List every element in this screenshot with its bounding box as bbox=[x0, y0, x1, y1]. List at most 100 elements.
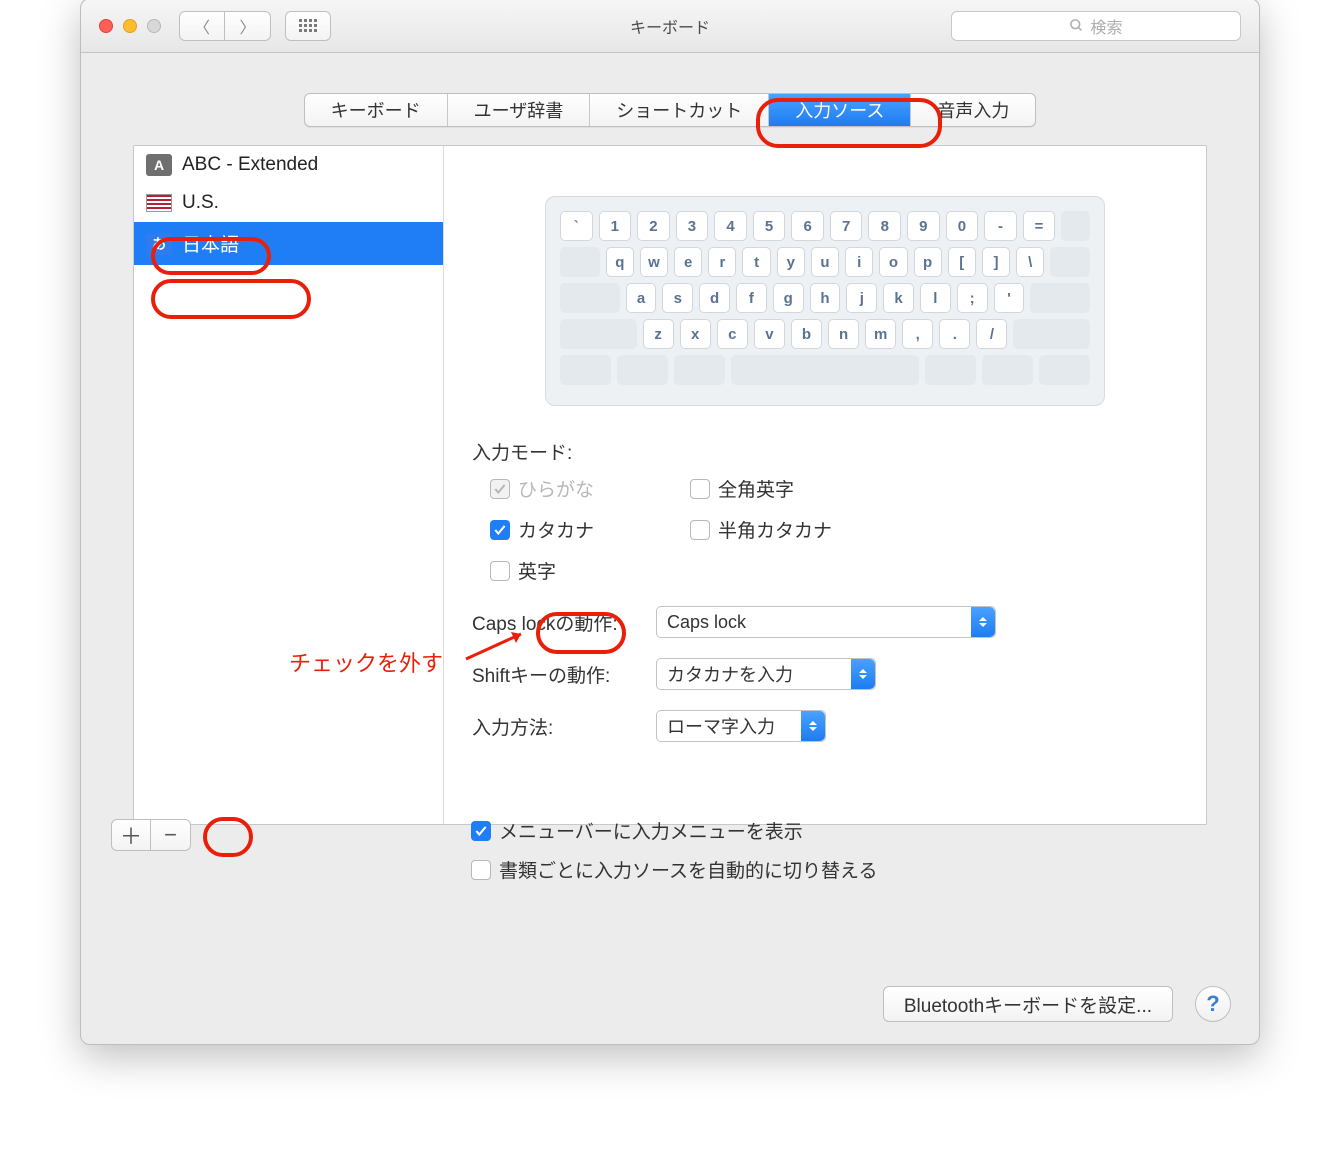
tab-bar: キーボードユーザ辞書ショートカット入力ソース音声入力 bbox=[103, 93, 1237, 127]
key: 2 bbox=[637, 211, 670, 241]
checkbox-icon bbox=[490, 520, 510, 540]
key: h bbox=[810, 283, 841, 313]
key: m bbox=[865, 319, 896, 349]
key: \ bbox=[1016, 247, 1044, 277]
key: z bbox=[643, 319, 674, 349]
key: ' bbox=[994, 283, 1025, 313]
key: l bbox=[920, 283, 951, 313]
key: 4 bbox=[714, 211, 747, 241]
chevron-updown-icon bbox=[851, 659, 875, 689]
key: c bbox=[717, 319, 748, 349]
input-sources-panel: AABC - ExtendedU.S.あ日本語 `1234567890-=qwe… bbox=[133, 145, 1207, 825]
key: a bbox=[626, 283, 657, 313]
mode-checkbox-0: ひらがな bbox=[490, 475, 690, 502]
bluetooth-keyboard-button[interactable]: Bluetoothキーボードを設定... bbox=[883, 986, 1173, 1022]
window-title: キーボード bbox=[630, 14, 710, 38]
key: s bbox=[662, 283, 693, 313]
preferences-window: 〈 〉 キーボード 検索 キーボードユーザ辞書ショートカット入力ソース音声入力 … bbox=[80, 0, 1260, 1045]
checkbox-icon bbox=[490, 479, 510, 499]
key: r bbox=[708, 247, 736, 277]
show-input-menu-checkbox[interactable]: メニューバーに入力メニューを表示 bbox=[471, 817, 877, 844]
key: t bbox=[742, 247, 770, 277]
key: k bbox=[883, 283, 914, 313]
mode-checkbox-4[interactable]: 英字 bbox=[490, 557, 690, 584]
input-method-label: 入力方法: bbox=[472, 713, 642, 740]
window-controls bbox=[99, 19, 161, 33]
remove-source-button[interactable]: − bbox=[151, 819, 191, 851]
key: i bbox=[845, 247, 873, 277]
key: v bbox=[754, 319, 785, 349]
key: 6 bbox=[791, 211, 824, 241]
us-flag-icon bbox=[146, 194, 172, 212]
source-add-remove: ＋ − bbox=[111, 819, 191, 851]
titlebar: 〈 〉 キーボード 検索 bbox=[81, 0, 1259, 53]
chevron-updown-icon bbox=[801, 711, 825, 741]
key: . bbox=[939, 319, 970, 349]
mode-checkbox-3[interactable]: 半角カタカナ bbox=[690, 516, 890, 543]
key: e bbox=[674, 247, 702, 277]
search-field[interactable]: 検索 bbox=[951, 11, 1241, 41]
abc-icon: A bbox=[146, 154, 172, 176]
source-item-0[interactable]: A ABC - Extended bbox=[134, 146, 443, 184]
key: x bbox=[680, 319, 711, 349]
key: g bbox=[773, 283, 804, 313]
show-all-button[interactable] bbox=[285, 11, 331, 41]
shift-key-select[interactable]: カタカナを入力 bbox=[656, 658, 876, 690]
caps-lock-select[interactable]: Caps lock bbox=[656, 606, 996, 638]
search-icon bbox=[1069, 18, 1084, 33]
key: f bbox=[736, 283, 767, 313]
keyboard-preview: `1234567890-=qwertyuiop[]\asdfghjkl;'zxc… bbox=[545, 196, 1105, 406]
key: = bbox=[1023, 211, 1056, 241]
key: ; bbox=[957, 283, 988, 313]
back-button[interactable]: 〈 bbox=[179, 11, 225, 41]
auto-switch-checkbox[interactable]: 書類ごとに入力ソースを自動的に切り替える bbox=[471, 856, 877, 883]
input-modes-heading: 入力モード: bbox=[472, 438, 1178, 465]
search-placeholder: 検索 bbox=[1090, 14, 1122, 38]
tab-4[interactable]: 音声入力 bbox=[911, 94, 1035, 126]
annotation-hint-text: チェックを外す bbox=[289, 646, 443, 678]
input-method-select[interactable]: ローマ字入力 bbox=[656, 710, 826, 742]
input-settings: Caps lockの動作: Caps lock Shiftキーの動作: カタカナ… bbox=[472, 606, 1178, 742]
tab-3[interactable]: 入力ソース bbox=[769, 94, 911, 126]
mode-checkbox-2[interactable]: カタカナ bbox=[490, 516, 690, 543]
source-list[interactable]: A ABC - Extended U.S. あ日本語 bbox=[134, 146, 444, 824]
grid-icon bbox=[299, 19, 317, 32]
source-label: U.S. bbox=[182, 192, 219, 214]
key: 1 bbox=[599, 211, 632, 241]
zoom-icon bbox=[147, 19, 161, 33]
tab-1[interactable]: ユーザ辞書 bbox=[448, 94, 591, 126]
close-icon[interactable] bbox=[99, 19, 113, 33]
key: , bbox=[902, 319, 933, 349]
key: o bbox=[879, 247, 907, 277]
source-detail: `1234567890-=qwertyuiop[]\asdfghjkl;'zxc… bbox=[444, 146, 1206, 824]
source-label: 日本語 bbox=[182, 230, 239, 257]
source-item-1[interactable]: U.S. bbox=[134, 184, 443, 222]
key: 9 bbox=[907, 211, 940, 241]
mode-checkbox-1[interactable]: 全角英字 bbox=[690, 475, 890, 502]
checkbox-icon bbox=[490, 561, 510, 581]
key: n bbox=[828, 319, 859, 349]
add-source-button[interactable]: ＋ bbox=[111, 819, 151, 851]
checkbox-icon bbox=[690, 479, 710, 499]
source-item-2[interactable]: あ日本語 bbox=[134, 222, 443, 265]
tab-0[interactable]: キーボード bbox=[305, 94, 448, 126]
key: y bbox=[777, 247, 805, 277]
key: 0 bbox=[946, 211, 979, 241]
tab-2[interactable]: ショートカット bbox=[590, 94, 769, 126]
key: ] bbox=[982, 247, 1010, 277]
key: 5 bbox=[753, 211, 786, 241]
help-button[interactable]: ? bbox=[1195, 986, 1231, 1022]
input-modes: 入力モード: ひらがな全角英字カタカナ半角カタカナ英字 bbox=[472, 438, 1178, 584]
key: [ bbox=[948, 247, 976, 277]
global-options: メニューバーに入力メニューを表示 書類ごとに入力ソースを自動的に切り替える bbox=[471, 817, 877, 883]
key: d bbox=[699, 283, 730, 313]
key: b bbox=[791, 319, 822, 349]
tab-segments: キーボードユーザ辞書ショートカット入力ソース音声入力 bbox=[304, 93, 1037, 127]
annotation-arrow-icon bbox=[461, 619, 541, 669]
key: / bbox=[976, 319, 1007, 349]
key: w bbox=[640, 247, 668, 277]
key: 7 bbox=[830, 211, 863, 241]
minimize-icon[interactable] bbox=[123, 19, 137, 33]
hiragana-icon: あ bbox=[146, 233, 172, 255]
source-label: ABC - Extended bbox=[182, 154, 318, 176]
